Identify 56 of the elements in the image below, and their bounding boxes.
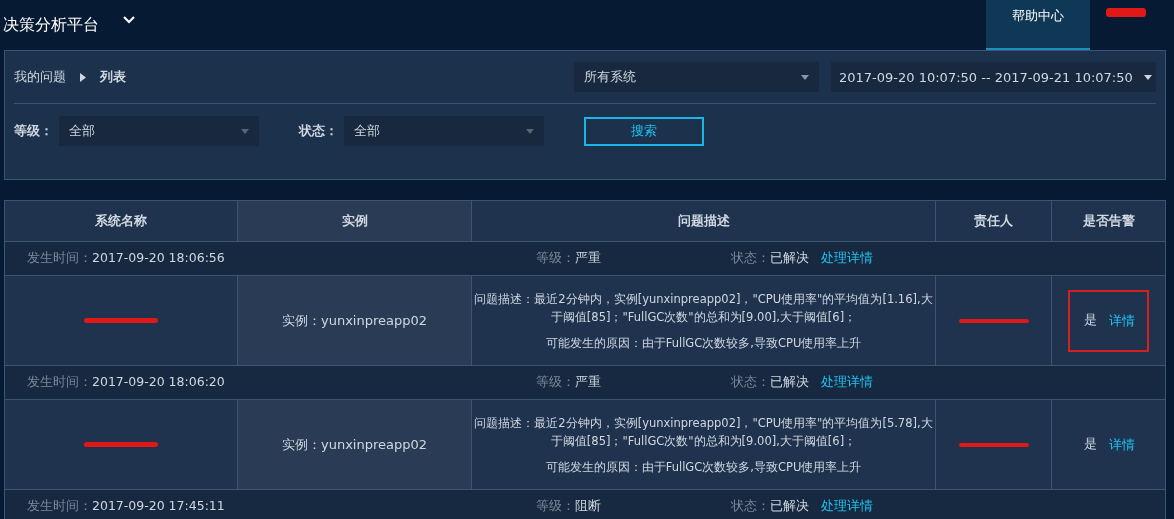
- time-value: 2017-09-20 18:06:56: [92, 250, 225, 265]
- status-value: 已解决: [770, 374, 809, 389]
- date-range-dropdown[interactable]: 2017-09-20 10:07:50 -- 2017-09-21 10:07:50: [831, 62, 1156, 92]
- breadcrumb-item[interactable]: 我的问题: [14, 68, 66, 86]
- column-header: 责任人: [936, 201, 1052, 242]
- level-label: 等级：: [536, 250, 575, 265]
- level-value: 严重: [575, 250, 601, 265]
- alarm-value: 是: [1084, 436, 1097, 453]
- level-label: 等级：: [14, 122, 53, 140]
- description-text: 问题描述：最近2分钟内，实例[yunxinpreapp02]，"CPU使用率"的平均值为[1.16],大于阈值[85]；"FullGC次数"的总和为[9.00],大于阈值[6]；: [474, 290, 933, 326]
- level-value: 阻断: [575, 498, 601, 513]
- app-title: 决策分析平台: [3, 14, 99, 36]
- status-label: 状态：: [731, 374, 770, 389]
- time-label: 发生时间：: [27, 374, 92, 389]
- column-header: 实例: [238, 201, 472, 242]
- status-dropdown[interactable]: 全部: [344, 116, 544, 146]
- time-value: 2017-09-20 17:45:11: [92, 498, 225, 513]
- status-value: 已解决: [770, 250, 809, 265]
- details-link[interactable]: 详情: [1109, 435, 1135, 454]
- system-dropdown[interactable]: 所有系统: [574, 62, 819, 92]
- instance-text: 实例：yunxinpreapp02: [281, 311, 427, 330]
- instance-text: 实例：yunxinpreapp02: [281, 435, 427, 454]
- details-link[interactable]: 详情: [1109, 311, 1135, 330]
- time-value: 2017-09-20 18:06:20: [92, 374, 225, 389]
- level-value: 严重: [575, 374, 601, 389]
- column-header: 是否告警: [1052, 201, 1165, 242]
- handling-details-link[interactable]: 处理详情: [821, 250, 873, 265]
- status-label: 状态：: [731, 498, 770, 513]
- caret-down-icon: [526, 128, 534, 134]
- time-label: 发生时间：: [27, 250, 92, 265]
- caret-down-icon: [241, 128, 249, 134]
- caret-right-icon: [80, 72, 86, 82]
- caret-down-icon: [1144, 74, 1152, 80]
- column-header: 系统名称: [5, 201, 238, 242]
- status-label: 状态：: [731, 250, 770, 265]
- breadcrumb-item: 列表: [100, 68, 126, 86]
- redaction-mark: [1106, 7, 1146, 17]
- status-label: 状态：: [299, 122, 338, 140]
- search-button[interactable]: 搜索: [584, 116, 704, 146]
- time-label: 发生时间：: [27, 498, 92, 513]
- level-dropdown[interactable]: 全部: [59, 116, 259, 146]
- cause-text: 可能发生的原因：由于FullGC次数较多,导致CPU使用率上升: [545, 334, 862, 352]
- handling-details-link[interactable]: 处理详情: [821, 498, 873, 513]
- level-label: 等级：: [536, 498, 575, 513]
- help-center-tab[interactable]: 帮助中心: [986, 0, 1090, 50]
- level-label: 等级：: [536, 374, 575, 389]
- chevron-down-icon[interactable]: [123, 16, 135, 24]
- redaction-mark: [958, 442, 1029, 447]
- handling-details-link[interactable]: 处理详情: [821, 374, 873, 389]
- status-value: 已解决: [770, 498, 809, 513]
- alarm-value: 是: [1084, 312, 1097, 329]
- redaction-mark: [958, 318, 1029, 323]
- cause-text: 可能发生的原因：由于FullGC次数较多,导致CPU使用率上升: [545, 458, 862, 476]
- column-header: 问题描述: [472, 201, 936, 242]
- description-text: 问题描述：最近2分钟内，实例[yunxinpreapp02]，"CPU使用率"的平均值为[5.78],大于阈值[85]；"FullGC次数"的总和为[9.00],大于阈值[6]；: [474, 414, 933, 450]
- caret-down-icon: [801, 74, 809, 80]
